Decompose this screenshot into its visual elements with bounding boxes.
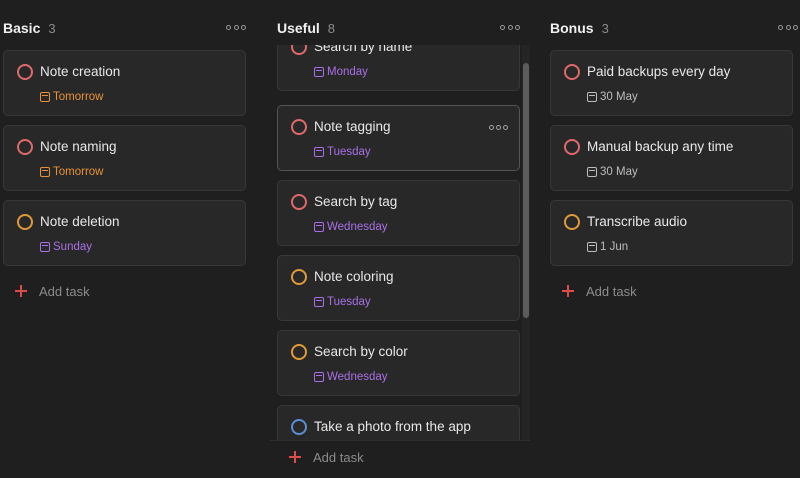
column-header: Useful 8 xyxy=(277,18,520,38)
task-name: Note tagging xyxy=(314,119,391,134)
task-due-date: Monday xyxy=(314,66,368,78)
task-card[interactable]: Paid backups every day 30 May xyxy=(550,50,793,116)
task-due-date: 30 May xyxy=(587,91,638,103)
column-more-icon[interactable] xyxy=(226,21,246,33)
calendar-icon xyxy=(587,92,597,102)
task-due-date: 30 May xyxy=(587,166,638,178)
calendar-icon xyxy=(314,67,324,77)
task-name: Search by name xyxy=(314,45,413,54)
task-name: Note naming xyxy=(40,139,117,154)
task-name: Search by tag xyxy=(314,194,398,209)
task-due-date: Tomorrow xyxy=(40,166,103,178)
column-header: Basic 3 xyxy=(3,18,246,38)
task-card[interactable]: Take a photo from the app xyxy=(277,405,520,440)
task-due-date: Sunday xyxy=(40,241,92,253)
task-name: Search by color xyxy=(314,344,408,359)
task-name: Transcribe audio xyxy=(587,214,688,229)
task-name: Note deletion xyxy=(40,214,120,229)
task-more-icon[interactable] xyxy=(489,123,508,131)
task-due-date: Tuesday xyxy=(314,296,371,308)
column-task-count: 3 xyxy=(48,20,56,36)
task-name: Paid backups every day xyxy=(587,64,731,79)
scrollbar[interactable] xyxy=(522,45,530,440)
task-card[interactable]: Transcribe audio 1 Jun xyxy=(550,200,793,266)
task-name: Manual backup any time xyxy=(587,139,734,154)
task-card[interactable]: Note deletion Sunday xyxy=(3,200,246,266)
task-checkbox-icon[interactable] xyxy=(291,119,307,135)
calendar-icon xyxy=(314,147,324,157)
task-name: Note creation xyxy=(40,64,121,79)
add-task-button[interactable]: Add task xyxy=(15,281,90,301)
task-card[interactable]: Manual backup any time 30 May xyxy=(550,125,793,191)
task-card[interactable]: Search by color Wednesday xyxy=(277,330,520,396)
column-task-count: 8 xyxy=(327,20,336,36)
task-name: Note coloring xyxy=(314,269,394,284)
task-due-date: Wednesday xyxy=(314,221,388,233)
task-due-date: Wednesday xyxy=(314,371,388,383)
task-checkbox-icon[interactable] xyxy=(291,269,307,285)
task-checkbox-icon[interactable] xyxy=(564,214,580,230)
plus-icon xyxy=(562,285,574,297)
task-name: Take a photo from the app xyxy=(314,419,471,434)
plus-icon xyxy=(15,285,27,297)
task-due-date: Tuesday xyxy=(314,146,371,158)
column-title: Bonus xyxy=(550,20,594,36)
task-checkbox-icon[interactable] xyxy=(17,214,33,230)
scrollbar-thumb[interactable] xyxy=(523,63,529,318)
task-card[interactable]: Search by tag Wednesday xyxy=(277,180,520,246)
column-header: Bonus 3 xyxy=(550,18,798,38)
task-checkbox-icon[interactable] xyxy=(291,344,307,360)
calendar-icon xyxy=(587,242,597,252)
column-bonus: Bonus 3 Paid backups every day 30 May Ma… xyxy=(550,0,798,478)
task-checkbox-icon[interactable] xyxy=(291,45,307,55)
task-list-scroll-area[interactable]: Search by name Monday Note tagging Tuesd… xyxy=(277,45,531,440)
column-task-count: 3 xyxy=(601,20,609,36)
task-card[interactable]: Note tagging Tuesday xyxy=(277,105,520,171)
column-title: Useful xyxy=(277,20,320,36)
task-checkbox-icon[interactable] xyxy=(564,139,580,155)
calendar-icon xyxy=(40,167,50,177)
column-useful: Useful 8 Search by name Monday Note tagg… xyxy=(277,0,530,478)
task-checkbox-icon[interactable] xyxy=(291,419,307,435)
task-checkbox-icon[interactable] xyxy=(17,139,33,155)
add-task-button[interactable]: Add task xyxy=(562,281,637,301)
calendar-icon xyxy=(40,92,50,102)
add-task-button[interactable]: Add task xyxy=(289,447,364,467)
column-basic: Basic 3 Note creation Tomorrow Note nami… xyxy=(3,0,246,478)
task-card[interactable]: Search by name Monday xyxy=(277,45,520,91)
calendar-icon xyxy=(314,297,324,307)
plus-icon xyxy=(289,451,301,463)
column-more-icon[interactable] xyxy=(778,21,798,33)
task-due-date: 1 Jun xyxy=(587,241,628,253)
task-checkbox-icon[interactable] xyxy=(564,64,580,80)
task-card[interactable]: Note coloring Tuesday xyxy=(277,255,520,321)
task-checkbox-icon[interactable] xyxy=(291,194,307,210)
calendar-icon xyxy=(40,242,50,252)
divider xyxy=(270,440,530,441)
column-more-icon[interactable] xyxy=(500,21,520,33)
column-title: Basic xyxy=(3,20,41,36)
calendar-icon xyxy=(587,167,597,177)
task-card[interactable]: Note naming Tomorrow xyxy=(3,125,246,191)
task-checkbox-icon[interactable] xyxy=(17,64,33,80)
calendar-icon xyxy=(314,222,324,232)
task-card[interactable]: Note creation Tomorrow xyxy=(3,50,246,116)
calendar-icon xyxy=(314,372,324,382)
task-due-date: Tomorrow xyxy=(40,91,103,103)
